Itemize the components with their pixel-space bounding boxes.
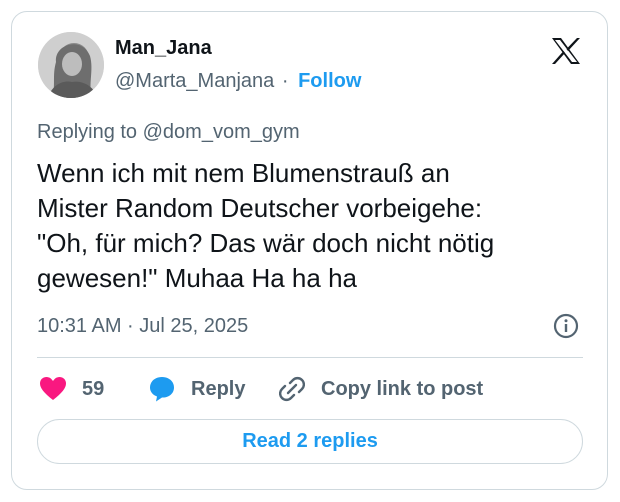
post-text-line: gewesen!" Muhaa Ha ha ha xyxy=(37,263,357,293)
follow-button[interactable]: Follow xyxy=(298,70,361,92)
separator-dot: · xyxy=(281,70,289,92)
copy-link-button[interactable]: Copy link to post xyxy=(279,374,483,404)
avatar[interactable] xyxy=(38,32,104,98)
like-count: 59 xyxy=(82,377,105,400)
post-timestamp[interactable]: 10:31 AM · Jul 25, 2025 xyxy=(37,315,248,338)
copy-link-label: Copy link to post xyxy=(321,377,484,400)
divider xyxy=(37,357,583,358)
reply-label: Reply xyxy=(191,377,246,400)
post-text-line: Mister Random Deutscher vorbeigehe: xyxy=(37,193,483,223)
x-logo-icon[interactable] xyxy=(551,37,581,65)
info-icon[interactable] xyxy=(553,313,579,339)
replying-to-line: Replying to @dom_vom_gym xyxy=(37,121,300,144)
read-replies-button[interactable]: Read 2 replies xyxy=(37,419,583,464)
avatar-photo xyxy=(38,32,104,98)
post-text: Wenn ich mit nem Blumenstrauß an Mister … xyxy=(37,156,577,296)
author-handle[interactable]: @Marta_Manjana xyxy=(115,70,274,92)
like-button[interactable]: 59 xyxy=(40,374,104,404)
post-text-line: Wenn ich mit nem Blumenstrauß an xyxy=(37,158,450,188)
link-icon xyxy=(279,376,305,402)
reply-button[interactable]: Reply xyxy=(149,374,245,404)
post-text-line: "Oh, für mich? Das wär doch nicht nötig xyxy=(37,228,495,258)
author-name[interactable]: Man_Jana xyxy=(115,37,212,60)
author-handle-row: @Marta_Manjana · Follow xyxy=(115,70,361,93)
replying-to-mention[interactable]: @dom_vom_gym xyxy=(143,121,300,143)
replying-prefix: Replying to xyxy=(37,121,138,143)
reply-bubble-icon xyxy=(150,377,174,402)
heart-icon xyxy=(40,377,66,400)
